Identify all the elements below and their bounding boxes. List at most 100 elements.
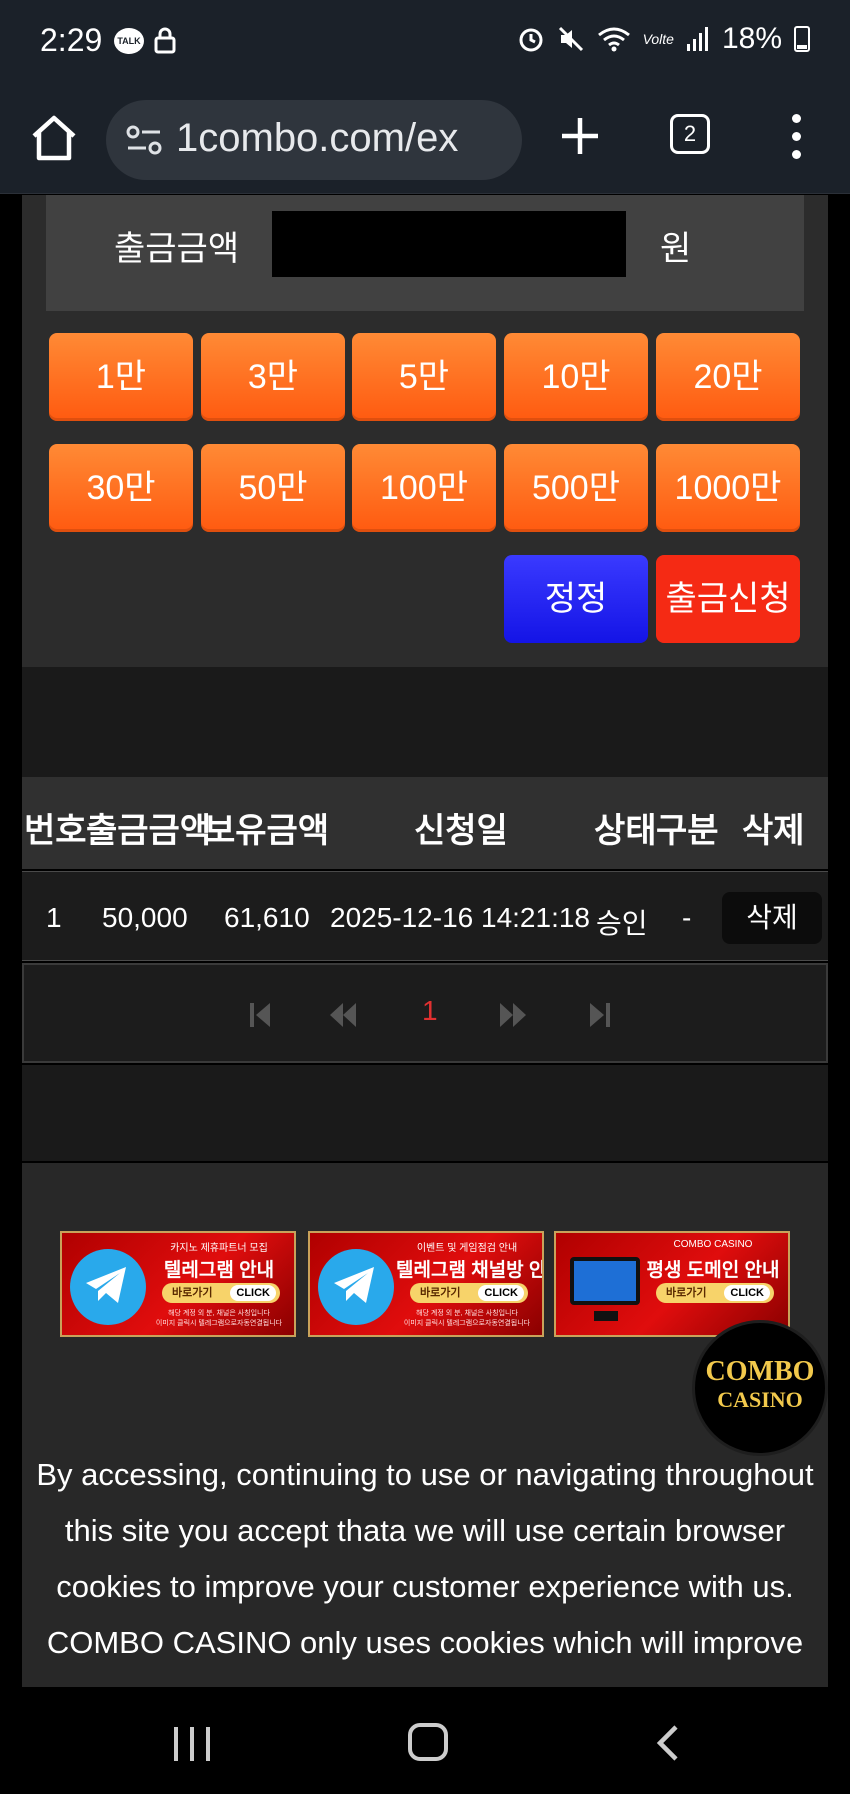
cookie-line: this site you accept thata we will use c…: [64, 1513, 786, 1548]
banner-top-text: 이벤트 및 게임점검 안내: [416, 1243, 518, 1254]
telegram-icon: [334, 1267, 374, 1303]
column-header: 보유금액: [204, 812, 330, 850]
withdraw-request-button[interactable]: 출금신청: [656, 555, 800, 643]
banner-title: 텔레그램 채널방 안내: [396, 1260, 542, 1281]
home-nav-icon[interactable]: [408, 1723, 448, 1761]
amount-row: 출금금액 원: [46, 195, 804, 311]
mute-icon: [558, 26, 583, 52]
cookie-line: your experience with us and will not int…: [32, 1671, 818, 1687]
page-content: 출금금액 원 1만 3만 5만 10만 20만 30만 50만 100만 500…: [0, 195, 850, 1687]
telegram-channel-banner[interactable]: 이벤트 및 게임점검 안내 텔레그램 채널방 안내 바로가기 CLICK 해당 계…: [308, 1231, 544, 1337]
column-header: 구분: [656, 812, 719, 850]
prev-page-icon[interactable]: [328, 995, 358, 1035]
column-header: 상태: [594, 812, 657, 850]
withdraw-panel: 출금금액 원 1만 3만 5만 10만 20만 30만 50만 100만 500…: [22, 195, 828, 667]
pagination: 1: [22, 963, 828, 1063]
kakaotalk-icon: TALK: [114, 28, 144, 54]
status-bar: 2:29 TALK Volte 18%: [0, 0, 850, 86]
quick-amount-button[interactable]: 100만: [352, 444, 496, 532]
banner-note-line: 해당 계정 외 분, 채널은 사칭입니다: [416, 1310, 518, 1317]
current-page[interactable]: 1: [422, 995, 438, 1027]
delete-button[interactable]: 삭제: [722, 892, 822, 944]
banner-title: 텔레그램 안내: [163, 1260, 275, 1281]
spacer: [22, 667, 828, 777]
table-row: 1 50,000 61,610 2025-12-16 14:21:18 승인 -…: [22, 871, 828, 961]
cell-balance: 61,610: [224, 902, 310, 933]
banner-go-button: 바로가기 CLICK: [410, 1283, 528, 1303]
quick-amount-button[interactable]: 20만: [656, 333, 800, 421]
cell-type: -: [682, 902, 692, 933]
banner-note-line: 이미지 클릭시 텔레그램으로자동연결됩니다: [155, 1320, 283, 1327]
battery-icon: [794, 26, 810, 52]
banner-click-label: CLICK: [724, 1285, 770, 1301]
amount-label: 출금금액: [114, 230, 240, 268]
network-label: Volte: [642, 31, 674, 47]
next-page-icon[interactable]: [498, 995, 528, 1035]
banner-go-label: 바로가기: [666, 1287, 707, 1299]
url-text: 1combo.com/ex: [176, 116, 459, 160]
banner-top-text: COMBO CASINO: [673, 1239, 753, 1250]
banner-note-line: 이미지 클릭시 텔레그램으로자동연결됩니다: [403, 1320, 531, 1327]
more-menu-icon[interactable]: [784, 110, 808, 170]
column-header: 번호: [24, 812, 87, 850]
telegram-notice-banner[interactable]: 카지노 제휴파트너 모집 텔레그램 안내 바로가기 CLICK 해당 계정 외 분…: [60, 1231, 296, 1337]
quick-amount-button[interactable]: 1만: [49, 333, 193, 421]
cell-date: 2025-12-16 14:21:18: [330, 902, 590, 933]
battery-percent: 18%: [721, 22, 782, 55]
badge-line2: CASINO: [717, 1387, 803, 1412]
combo-casino-badge[interactable]: COMBO CASINO: [692, 1320, 828, 1456]
cookie-line: cookies to improve your customer experie…: [56, 1569, 794, 1604]
first-page-icon[interactable]: [248, 995, 272, 1035]
cell-no: 1: [46, 902, 62, 933]
column-header: 신청일: [414, 812, 508, 850]
cell-amount: 50,000: [102, 902, 188, 933]
amount-unit: 원: [660, 230, 692, 268]
cell-status: 승인: [596, 908, 648, 939]
signal-icon: [686, 27, 708, 51]
banner-click-label: CLICK: [478, 1285, 524, 1301]
site-settings-icon[interactable]: [126, 124, 162, 156]
amount-input[interactable]: [272, 211, 626, 277]
reset-button[interactable]: 정정: [504, 555, 648, 643]
home-icon[interactable]: [28, 112, 80, 164]
tab-switcher-button[interactable]: 2: [670, 114, 710, 154]
telegram-icon: [86, 1267, 126, 1303]
cookie-notice: By accessing, continuing to use or navig…: [32, 1447, 818, 1687]
lock-icon: [154, 27, 176, 54]
banner-go-button: 바로가기 CLICK: [162, 1283, 280, 1303]
cookie-line: By accessing, continuing to use or navig…: [36, 1457, 814, 1492]
quick-amount-button[interactable]: 1000만: [656, 444, 800, 532]
last-page-icon[interactable]: [588, 995, 612, 1035]
back-icon[interactable]: [652, 1723, 682, 1763]
banner-go-label: 바로가기: [420, 1287, 461, 1299]
banner-note-line: 해당 계정 외 분, 채널은 사칭입니다: [168, 1310, 270, 1317]
browser-toolbar: 1combo.com/ex 2: [0, 86, 850, 194]
quick-amount-button[interactable]: 30만: [49, 444, 193, 532]
column-header: 삭제: [742, 812, 805, 850]
banner-top-text: 카지노 제휴파트너 모집: [170, 1243, 268, 1254]
alarm-icon: [519, 28, 543, 52]
spacer: [22, 1065, 828, 1161]
banner-go-button: 바로가기 CLICK: [656, 1283, 774, 1303]
banner-go-label: 바로가기: [172, 1287, 213, 1299]
quick-amount-button[interactable]: 10만: [504, 333, 648, 421]
monitor-stand: [594, 1311, 618, 1321]
system-nav-bar: [0, 1687, 850, 1794]
quick-amount-button[interactable]: 50만: [201, 444, 345, 532]
quick-amount-button[interactable]: 500만: [504, 444, 648, 532]
address-bar[interactable]: 1combo.com/ex: [106, 100, 522, 180]
banner-note: 해당 계정 외 분, 채널은 사칭입니다이미지 클릭시 텔레그램으로자동연결됩니…: [396, 1309, 538, 1329]
status-time: 2:29: [40, 22, 103, 58]
column-header: 출금금액: [86, 812, 212, 850]
wifi-icon: [597, 27, 630, 52]
new-tab-icon[interactable]: [556, 112, 604, 160]
quick-amount-button[interactable]: 5만: [352, 333, 496, 421]
banner-title: 평생 도메인 안내: [646, 1260, 780, 1281]
status-icons: Volte 18%: [517, 22, 810, 56]
quick-amount-button[interactable]: 3만: [201, 333, 345, 421]
cookie-line: COMBO CASINO only uses cookies which wil…: [46, 1625, 804, 1660]
recent-apps-icon[interactable]: [172, 1727, 212, 1761]
monitor-icon: [570, 1257, 640, 1305]
badge-line1: COMBO: [705, 1356, 815, 1387]
banner-click-label: CLICK: [230, 1285, 276, 1301]
